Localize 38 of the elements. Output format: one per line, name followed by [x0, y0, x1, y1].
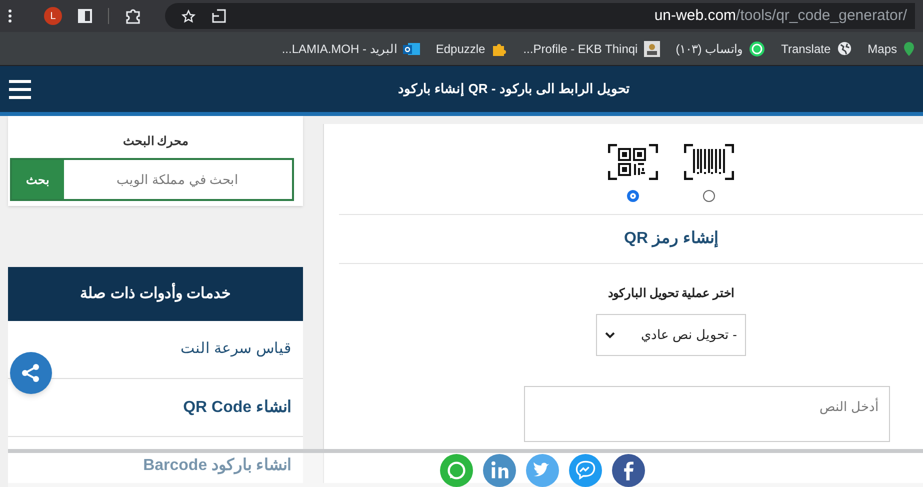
barcode-icon — [684, 144, 734, 180]
generator-title: إنشاء رمز QR — [624, 229, 718, 250]
operation-select[interactable]: - تحويل نص عادي — [596, 314, 746, 356]
person-icon — [644, 40, 660, 56]
map-pin-icon — [903, 42, 915, 56]
type-radio[interactable] — [703, 190, 715, 202]
menu-icon[interactable] — [9, 79, 31, 99]
sidebar-icon[interactable] — [78, 9, 92, 23]
type-radio[interactable] — [627, 190, 639, 202]
bookmark[interactable]: Profile - EKB Thinqi... — [523, 40, 660, 58]
bookmark[interactable]: Maps — [868, 40, 915, 58]
service-link[interactable]: انشاء QR Code — [183, 396, 291, 420]
bookmark[interactable]: واتساب (١٠٣) — [676, 40, 766, 58]
search-field[interactable]: بحث ابحث في مملكة الويب — [10, 158, 294, 201]
page-title: إنشاء باركود QR - تحويل الرابط الى باركود — [398, 80, 630, 98]
bookmark[interactable]: Edpuzzle — [436, 40, 508, 58]
mail-icon — [402, 42, 420, 56]
facebook-icon[interactable] — [612, 454, 645, 486]
share-page-icon[interactable] — [212, 9, 226, 23]
linkedin-icon[interactable] — [483, 454, 516, 486]
chevron-down-icon — [605, 332, 615, 338]
star-icon[interactable] — [181, 8, 196, 24]
messenger-icon[interactable] — [569, 454, 602, 486]
chat-badge-icon — [749, 40, 766, 56]
profile-avatar[interactable]: L — [44, 7, 62, 25]
qr-code-icon — [608, 144, 658, 180]
bookmark[interactable]: Translate — [781, 40, 852, 58]
text-input[interactable]: أدخل النص — [524, 386, 890, 442]
search-button[interactable]: بحث — [12, 160, 64, 199]
whatsapp-icon[interactable] — [440, 454, 473, 486]
menu-dots-icon[interactable] — [8, 9, 12, 23]
extension-icon[interactable] — [125, 8, 141, 24]
operation-label: اختر عملية تحويل الباركود — [608, 285, 734, 302]
service-link[interactable]: قياس سرعة النت — [180, 338, 291, 361]
services-header: خدمات وأدوات ذات صلة — [8, 267, 303, 321]
share-icon — [21, 363, 41, 383]
search-heading: محرك البحث — [122, 133, 188, 150]
bookmark[interactable]: البريد - LAMIA.MOH... — [282, 40, 420, 58]
